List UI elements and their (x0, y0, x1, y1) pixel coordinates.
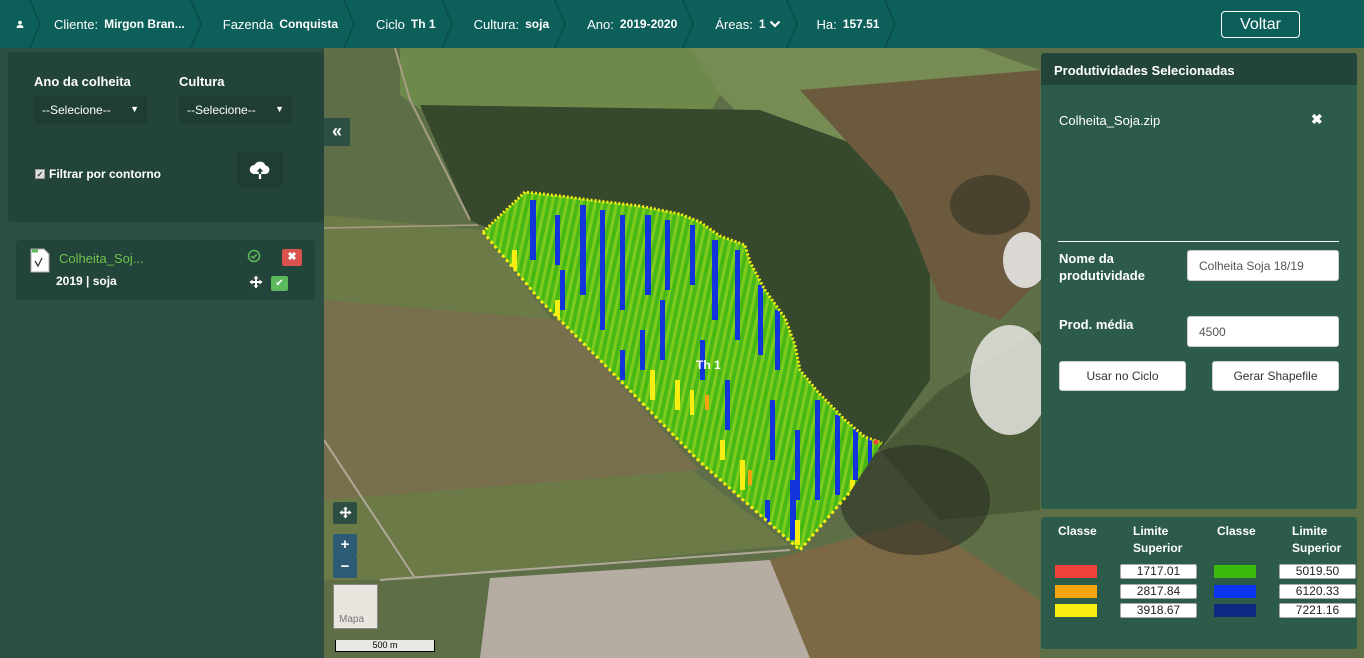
dropdown-arrow-icon: ▼ (130, 104, 139, 114)
selected-yields-panel: Produtividades Selecionadas Colheita_Soj… (1041, 53, 1357, 509)
basemap-label: Mapa (339, 614, 365, 625)
ano-colheita-select-value: --Selecione-- (42, 103, 111, 117)
remove-selected-file-button[interactable]: ✖ (1311, 111, 1323, 128)
ano-colheita-label: Ano da colheita (34, 74, 131, 89)
zoom-in-button[interactable]: + (333, 534, 357, 556)
ciclo-value: Th 1 (410, 17, 436, 31)
ano-label: Ano: (587, 16, 614, 32)
crumb-cliente[interactable]: Cliente: Mirgon Bran... (46, 0, 207, 48)
legend-value: 1717.01 (1120, 564, 1197, 579)
filter-box: Ano da colheita --Selecione-- ▼ Cultura … (8, 52, 324, 222)
cultura-select[interactable]: --Selecione-- ▼ (179, 96, 292, 124)
cliente-value: Mirgon Bran... (104, 17, 185, 31)
basemap-toggle[interactable]: Mapa (333, 584, 378, 629)
file-chart-icon (30, 248, 50, 273)
harvest-file-item[interactable]: Colheita_Soj... 2019 | soja ✖ ✔ (16, 240, 315, 300)
crumb-ciclo[interactable]: Ciclo Th 1 (360, 0, 458, 48)
filtrar-contorno-checkbox[interactable]: ✓ Filtrar por contorno (35, 167, 161, 181)
nome-produtividade-input[interactable] (1187, 250, 1339, 281)
fazenda-value: Conquista (279, 17, 339, 31)
filtrar-contorno-label: Filtrar por contorno (49, 167, 161, 181)
chevron-down-icon (769, 20, 780, 28)
prod-media-label: Prod. média (1059, 317, 1134, 332)
harvest-file-name[interactable]: Colheita_Soj... (59, 251, 144, 266)
legend-swatch-blue (1214, 585, 1256, 598)
nome-label-line1: Nome da (1059, 251, 1114, 266)
legend-swatch-red (1055, 565, 1097, 578)
crumb-fazenda[interactable]: Fazenda Conquista (207, 0, 360, 48)
legend-swatch-dark-blue (1214, 604, 1256, 617)
legend-value: 2817.84 (1120, 584, 1197, 599)
usar-no-ciclo-button[interactable]: Usar no Ciclo (1059, 361, 1186, 391)
cultura-label: Cultura (179, 74, 225, 89)
legend-classe-header: Classe (1058, 524, 1097, 538)
legend-value: 6120.33 (1279, 584, 1356, 599)
ano-value: 2019-2020 (619, 17, 678, 31)
top-bar: Cliente: Mirgon Bran... Fazenda Conquist… (0, 0, 1364, 48)
move-icon[interactable] (249, 275, 263, 289)
ano-colheita-select[interactable]: --Selecione-- ▼ (34, 96, 147, 124)
field-label: Th 1 (696, 358, 721, 372)
divider (1058, 241, 1339, 242)
close-icon: ✖ (1311, 111, 1323, 127)
legend-value: 7221.16 (1279, 603, 1356, 618)
legend-limite-line1: Limite (1292, 524, 1328, 538)
yield-legend: Classe Limite Superior Classe Limite Sup… (1041, 517, 1357, 649)
fazenda-label: Fazenda (222, 16, 274, 32)
nome-produtividade-label: Nome da produtividade (1059, 250, 1145, 284)
legend-limite-header: Limite Superior (1292, 523, 1341, 557)
remove-file-button[interactable]: ✖ (282, 249, 302, 266)
legend-value: 5019.50 (1279, 564, 1356, 579)
cultura-label: Cultura: (473, 16, 520, 32)
legend-value: 3918.67 (1120, 603, 1197, 618)
pan-button[interactable] (333, 502, 357, 524)
zoom-out-button[interactable]: − (333, 556, 357, 578)
selected-yields-header: Produtividades Selecionadas (1041, 53, 1357, 85)
close-icon: ✖ (287, 251, 297, 263)
scale-bar: 500 m (335, 640, 435, 652)
selected-file-name: Colheita_Soja.zip (1059, 113, 1161, 128)
crumb-areas[interactable]: Áreas: 1 (699, 0, 802, 48)
legend-swatch-green (1214, 565, 1256, 578)
left-panel: Ano da colheita --Selecione-- ▼ Cultura … (0, 48, 324, 658)
areas-value: 1 (758, 17, 766, 31)
legend-swatch-yellow (1055, 604, 1097, 617)
crumb-ano[interactable]: Ano: 2019-2020 (571, 0, 699, 48)
areas-label: Áreas: (715, 16, 753, 32)
checkmark-icon: ✔ (275, 278, 284, 289)
checkbox-checked-icon: ✓ (35, 169, 45, 179)
prod-media-input[interactable] (1187, 316, 1339, 347)
move-icon (338, 506, 352, 519)
ciclo-label: Ciclo (376, 16, 405, 32)
crumb-cultura[interactable]: Cultura: soja (458, 0, 572, 48)
nome-label-line2: produtividade (1059, 268, 1145, 283)
legend-limite-line2: Superior (1292, 541, 1342, 555)
collapse-panel-button[interactable]: « (324, 118, 350, 146)
legend-swatch-orange (1055, 585, 1097, 598)
select-file-button[interactable]: ✔ (271, 276, 288, 291)
cliente-label: Cliente: (54, 16, 99, 32)
legend-limite-line2: Superior (1133, 541, 1183, 555)
legend-limite-line1: Limite (1133, 524, 1169, 538)
harvest-file-meta: 2019 | soja (56, 274, 117, 288)
cultura-select-value: --Selecione-- (187, 103, 256, 117)
legend-classe-header: Classe (1217, 524, 1256, 538)
ha-value: 157.51 (842, 17, 880, 31)
user-icon (16, 20, 24, 28)
cultura-value: soja (525, 17, 550, 31)
check-circle-icon[interactable] (247, 249, 261, 263)
dropdown-arrow-icon: ▼ (275, 104, 284, 114)
double-chevron-left-icon: « (331, 121, 342, 141)
user-crumb[interactable] (0, 0, 46, 48)
crumb-ha: Ha: 157.51 (803, 0, 902, 48)
gerar-shapefile-button[interactable]: Gerar Shapefile (1212, 361, 1339, 391)
ha-label: Ha: (816, 16, 837, 32)
upload-button[interactable] (237, 152, 283, 187)
legend-limite-header: Limite Superior (1133, 523, 1182, 557)
voltar-button[interactable]: Voltar (1221, 11, 1300, 38)
cloud-upload-icon (249, 161, 270, 179)
